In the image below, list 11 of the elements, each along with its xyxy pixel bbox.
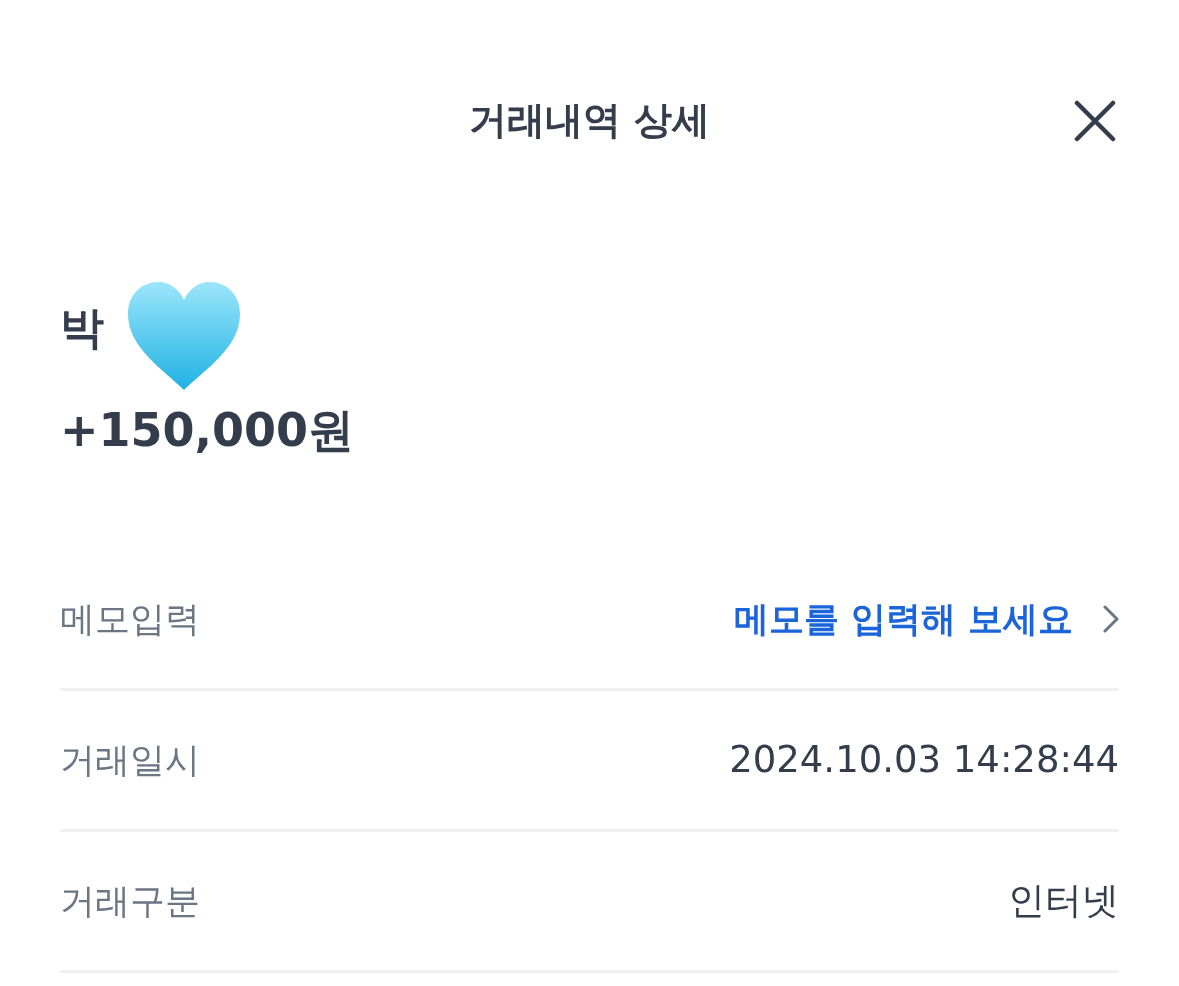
row-label: 거래구분 [60,879,200,923]
close-icon [1074,100,1116,142]
screen-title: 거래내역 상세 [468,96,711,144]
row-value: 인터넷 [1008,878,1119,925]
sender-name: 박 [60,301,104,355]
memo-link[interactable]: 메모를 입력해 보세요 [733,592,1119,646]
row-value: 2024.10.03 14:28:44 [729,737,1119,784]
row-label: 거래일시 [60,738,200,782]
chevron-right-icon [1103,605,1119,633]
transaction-amount: +150,000원 [60,402,356,459]
row-label: 메모입력 [60,597,200,641]
